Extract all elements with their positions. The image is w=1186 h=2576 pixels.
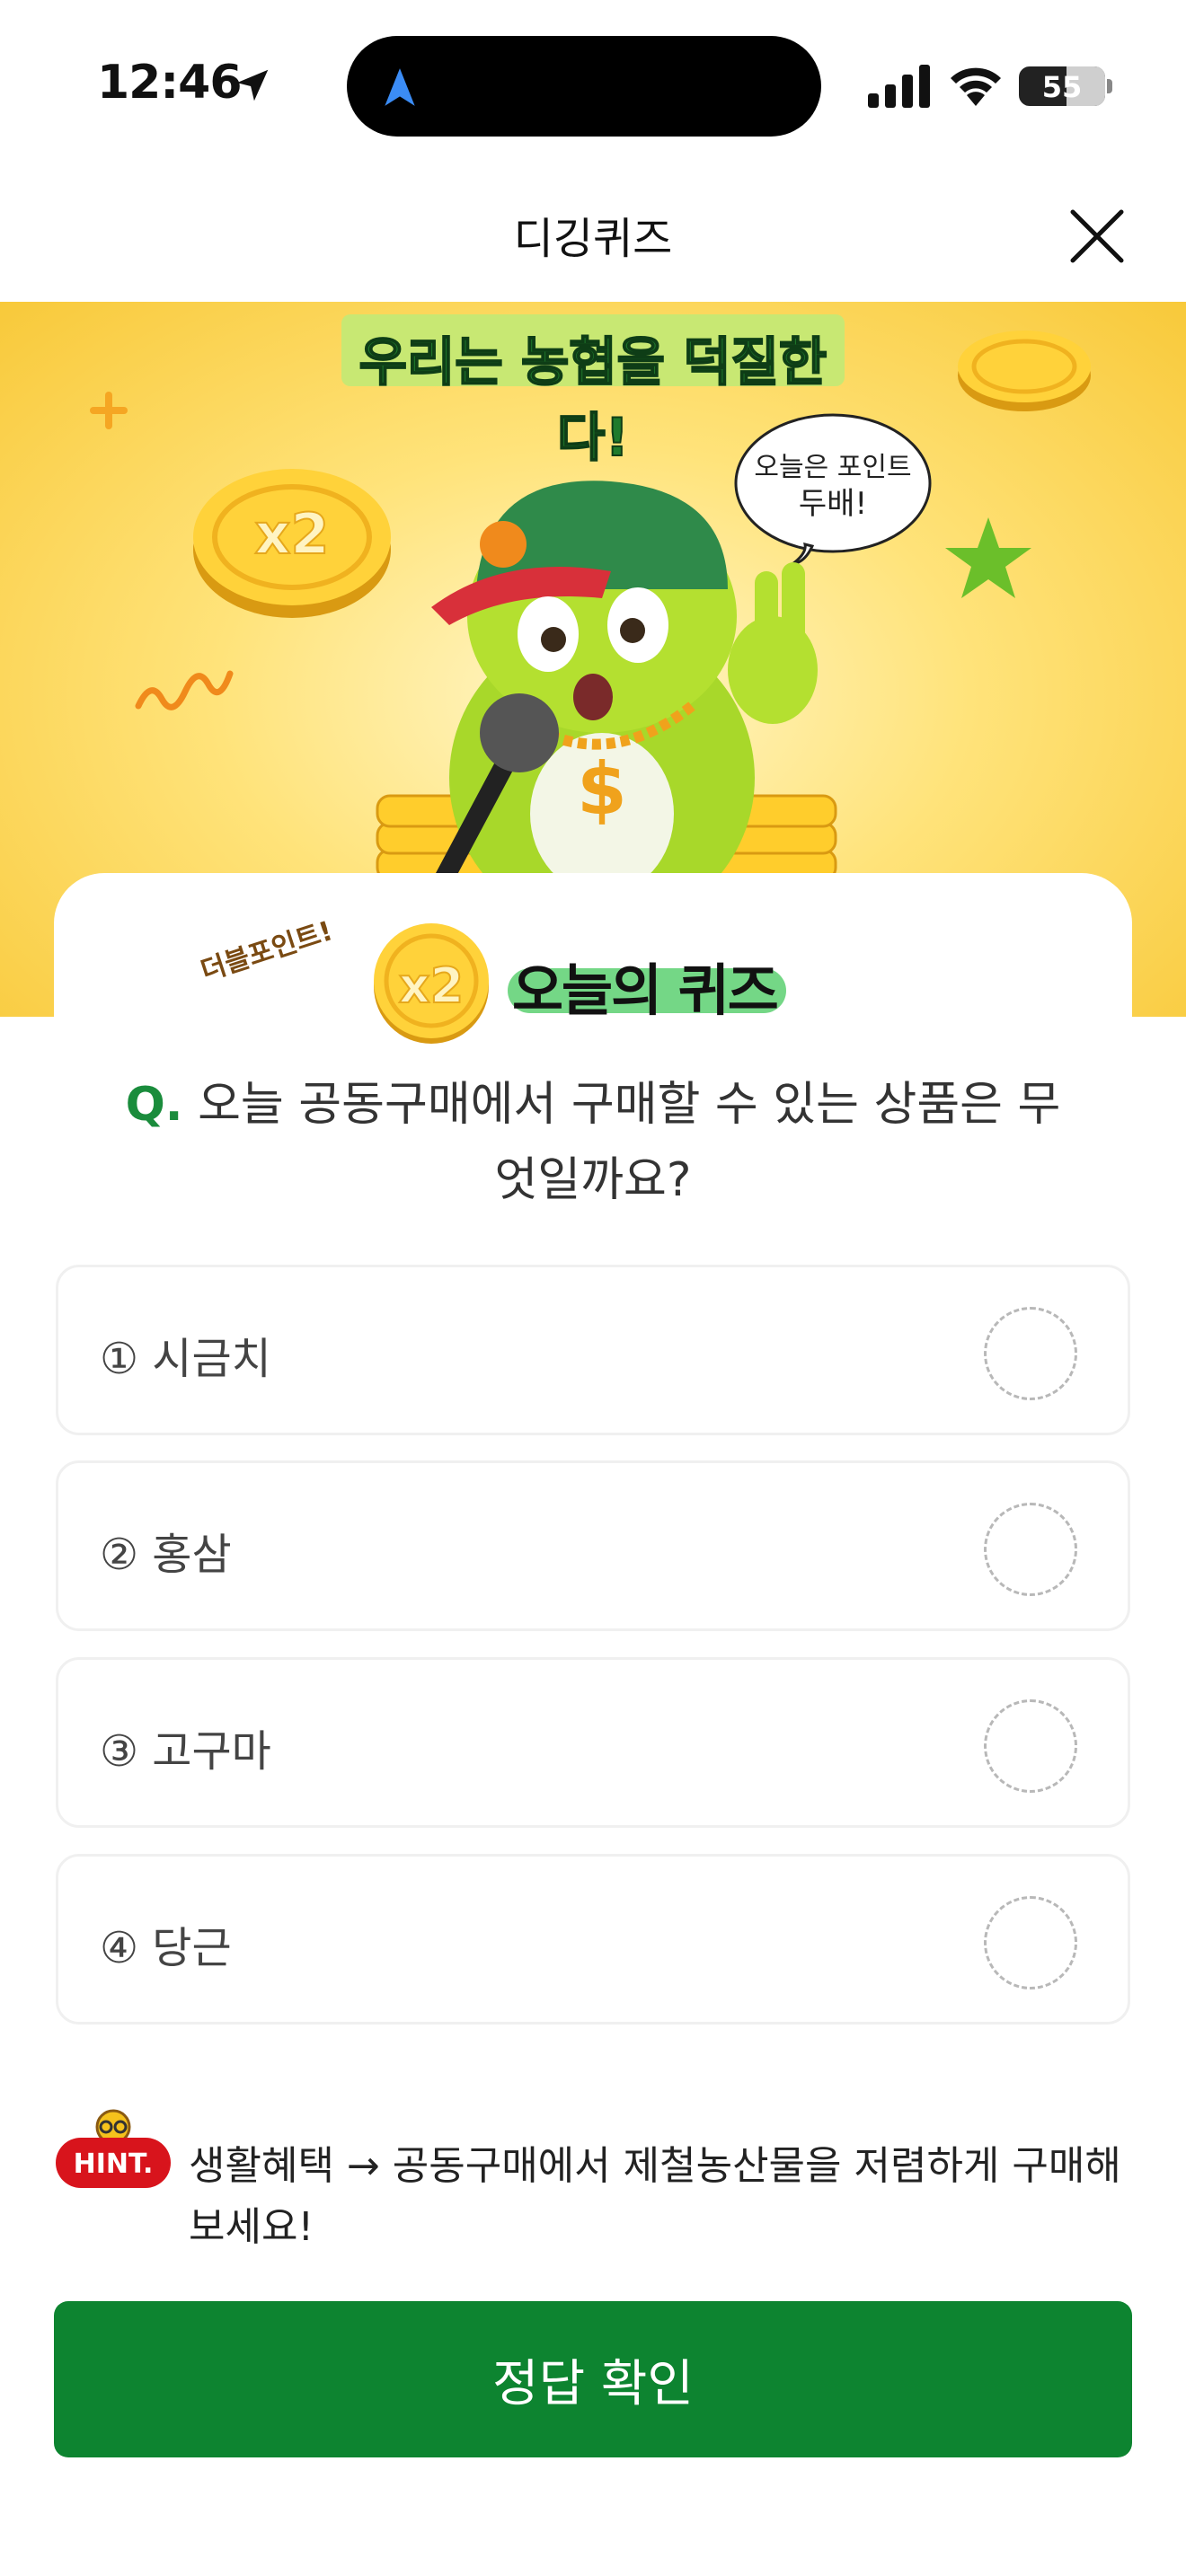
answer-option-4[interactable]: ④ 당근 bbox=[56, 1854, 1130, 2025]
question-text: Q. 오늘 공동구매에서 구매할 수 있는 상품은 무 엇일까요? bbox=[90, 1067, 1096, 1218]
option-radio[interactable] bbox=[984, 1503, 1077, 1596]
gold-coin-small-icon bbox=[958, 331, 1091, 411]
header: 디깅퀴즈 bbox=[0, 171, 1186, 302]
question-line-1: 오늘 공동구매에서 구매할 수 있는 상품은 무 bbox=[198, 1078, 1061, 1132]
squiggle-decoration bbox=[135, 670, 234, 710]
navigation-arrow-icon bbox=[385, 68, 415, 106]
badge-coin-label: x2 bbox=[399, 957, 464, 1014]
quiz-title: 오늘의 퀴즈 bbox=[512, 957, 779, 1023]
submit-answer-button[interactable]: 정답 확인 bbox=[54, 2301, 1132, 2457]
answer-option-3[interactable]: ③ 고구마 bbox=[56, 1657, 1130, 1828]
mascot-character: $ bbox=[430, 481, 818, 931]
hint-icon: HINT. bbox=[56, 2109, 171, 2188]
quiz-badge: 더블포인트! x2 오늘의 퀴즈 bbox=[197, 915, 827, 1045]
banner-title-plate: 우리는 농협을 덕질한다! bbox=[341, 314, 845, 469]
svg-text:$: $ bbox=[577, 747, 627, 831]
status-time: 12:46 bbox=[97, 56, 243, 110]
green-star-icon bbox=[945, 517, 1031, 598]
cellular-signal-icon bbox=[868, 65, 930, 108]
close-icon[interactable] bbox=[1066, 205, 1128, 268]
x2-coin-icon: x2 bbox=[193, 469, 391, 618]
option-radio[interactable] bbox=[984, 1896, 1077, 1989]
option-label: ④ 당근 bbox=[100, 1923, 232, 1973]
battery-icon: 55 bbox=[1019, 66, 1105, 106]
page-title: 디깅퀴즈 bbox=[513, 214, 673, 264]
battery-cap bbox=[1107, 79, 1112, 93]
battery-percent: 55 bbox=[1041, 70, 1083, 104]
option-radio[interactable] bbox=[984, 1699, 1077, 1793]
option-label: ② 홍삼 bbox=[100, 1530, 232, 1580]
question-line-2: 엇일까요? bbox=[494, 1153, 692, 1207]
x2-coin-label: x2 bbox=[254, 501, 329, 567]
status-bar: 12:46 55 bbox=[0, 0, 1186, 171]
option-label: ③ 고구마 bbox=[100, 1726, 271, 1777]
location-arrow-icon bbox=[236, 69, 269, 101]
option-radio[interactable] bbox=[984, 1307, 1077, 1400]
double-point-tag: 더블포인트! bbox=[197, 915, 337, 988]
question-prefix: Q. bbox=[125, 1078, 183, 1132]
wifi-icon bbox=[951, 67, 1001, 106]
x2-coin-badge-icon: x2 bbox=[374, 923, 489, 1044]
hint-text: 생활혜택 → 공동구매에서 제철농산물을 저렴하게 구매해 보세요! bbox=[189, 2143, 1121, 2250]
answer-option-2[interactable]: ② 홍삼 bbox=[56, 1460, 1130, 1631]
option-label: ① 시금치 bbox=[100, 1334, 271, 1384]
answer-option-1[interactable]: ① 시금치 bbox=[56, 1265, 1130, 1435]
sparkle-plus-icon bbox=[90, 392, 128, 429]
hint-badge-label: HINT. bbox=[74, 2148, 154, 2180]
